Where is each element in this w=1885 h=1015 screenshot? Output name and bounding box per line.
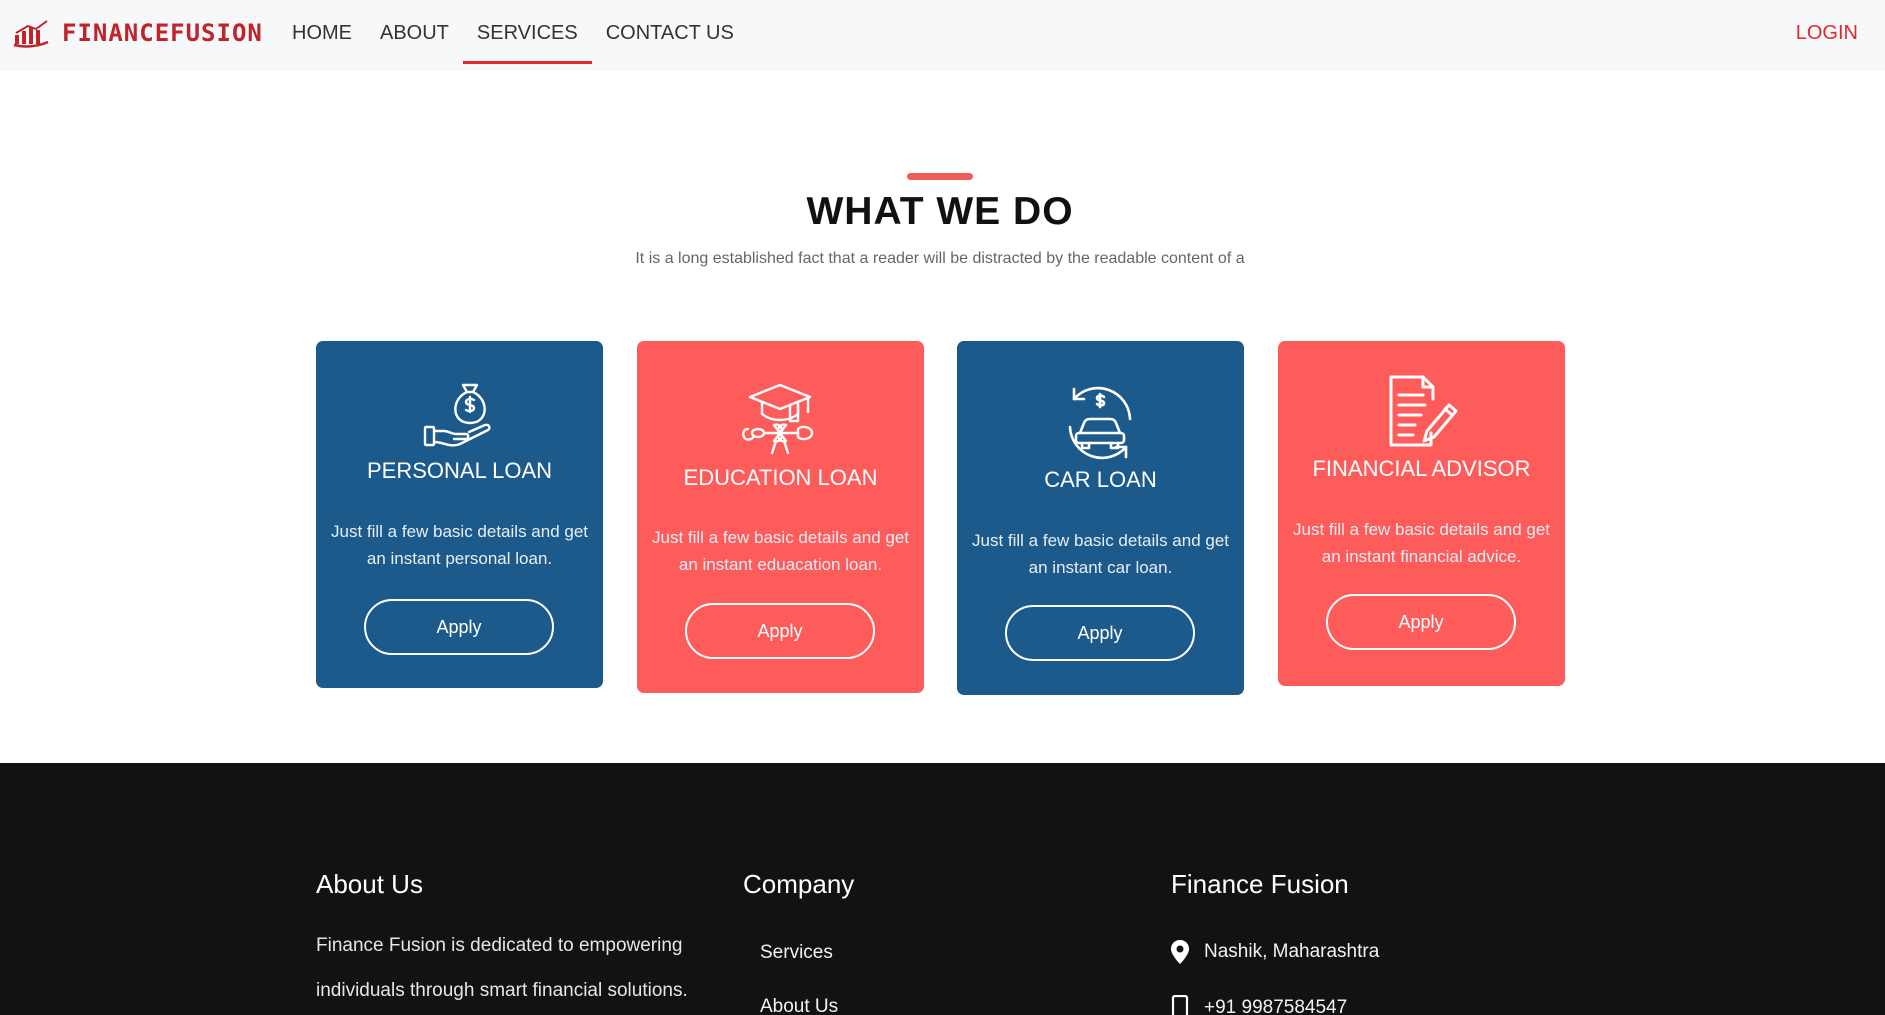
footer: About Us Finance Fusion is dedicated to … bbox=[0, 763, 1885, 1015]
bar-chart-logo-icon bbox=[13, 20, 49, 48]
footer-link-services[interactable]: Services bbox=[760, 942, 833, 964]
document-pen-icon bbox=[1389, 375, 1458, 447]
nav-contact-us[interactable]: CONTACT US bbox=[592, 0, 748, 64]
title-accent-bar bbox=[907, 173, 973, 180]
nav-services[interactable]: SERVICES bbox=[462, 0, 592, 64]
card-description: Just fill a few basic details and get an… bbox=[971, 531, 1230, 577]
graduation-cap-icon bbox=[742, 383, 814, 455]
car-loan-card: CAR LOAN Just fill a few basic details a… bbox=[957, 341, 1244, 695]
card-description: Just fill a few basic details and get an… bbox=[330, 522, 589, 568]
location-text: Nashik, Maharashtra bbox=[1204, 941, 1380, 962]
footer-location: Nashik, Maharashtra bbox=[1170, 939, 1379, 965]
education-loan-card: EDUCATION LOAN Just fill a few basic det… bbox=[637, 341, 924, 693]
card-title: EDUCATION LOAN bbox=[683, 465, 878, 490]
section-title: WHAT WE DO bbox=[806, 190, 1074, 233]
section-subtitle: It is a long established fact that a rea… bbox=[635, 250, 1245, 267]
map-pin-icon bbox=[1171, 940, 1189, 964]
card-description: Just fill a few basic details and get an… bbox=[1292, 520, 1551, 566]
footer-link-about-us[interactable]: About Us bbox=[760, 996, 838, 1015]
mobile-phone-icon bbox=[1171, 995, 1189, 1015]
brand-logo[interactable]: FINANCEFUSION bbox=[12, 18, 263, 48]
money-bag-hand-icon bbox=[423, 383, 491, 447]
card-title: PERSONAL LOAN bbox=[366, 458, 553, 483]
navbar: FINANCEFUSION HOME ABOUT SERVICES CONTAC… bbox=[0, 0, 1885, 71]
footer-phone: +91 9987584547 bbox=[1170, 995, 1347, 1015]
card-title: CAR LOAN bbox=[1044, 467, 1157, 492]
footer-about-text: Finance Fusion is dedicated to empowerin… bbox=[316, 935, 688, 1001]
personal-loan-apply-button[interactable]: Apply bbox=[364, 599, 554, 655]
financial-advisor-card: FINANCIAL ADVISOR Just fill a few basic … bbox=[1278, 341, 1565, 686]
card-description: Just fill a few basic details and get an… bbox=[651, 528, 910, 574]
card-title: FINANCIAL ADVISOR bbox=[1312, 456, 1531, 481]
nav-home[interactable]: HOME bbox=[278, 0, 366, 64]
login-link[interactable]: LOGIN bbox=[1796, 22, 1858, 45]
car-loan-apply-button[interactable]: Apply bbox=[1005, 605, 1195, 661]
main-nav: HOME ABOUT SERVICES CONTACT US bbox=[278, 0, 748, 71]
education-loan-apply-button[interactable]: Apply bbox=[685, 603, 875, 659]
footer-contact-title: Finance Fusion bbox=[1171, 869, 1349, 899]
financial-advisor-apply-button[interactable]: Apply bbox=[1326, 594, 1516, 650]
brand-name: FINANCEFUSION bbox=[62, 19, 263, 47]
personal-loan-card: PERSONAL LOAN Just fill a few basic deta… bbox=[316, 341, 603, 688]
footer-company-title: Company bbox=[743, 869, 855, 899]
car-dollar-icon bbox=[1068, 386, 1132, 460]
phone-text[interactable]: +91 9987584547 bbox=[1204, 997, 1347, 1015]
nav-about[interactable]: ABOUT bbox=[366, 0, 463, 64]
footer-about-title: About Us bbox=[316, 869, 423, 899]
